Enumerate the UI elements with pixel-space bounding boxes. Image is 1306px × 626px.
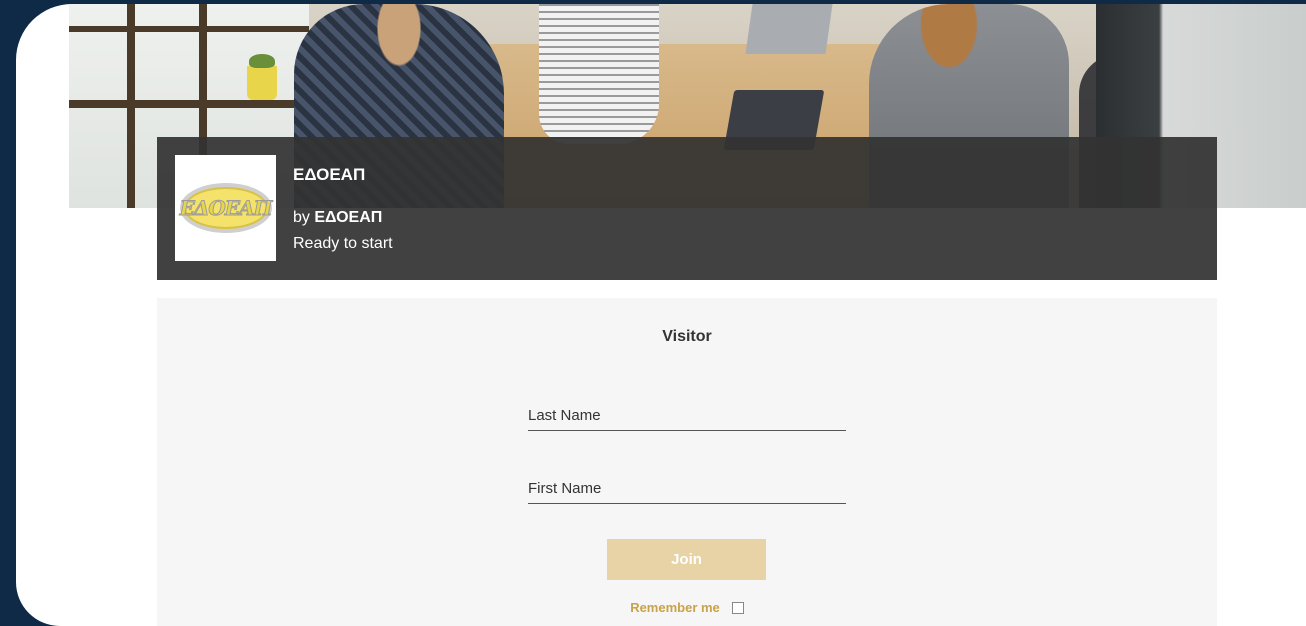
last-name-input[interactable] — [528, 400, 846, 430]
first-name-field-wrapper — [528, 473, 846, 504]
event-title: ΕΔΟΕΑΠ — [293, 165, 366, 184]
remember-me-row: Remember me — [157, 600, 1217, 615]
banner-laptop-back — [745, 4, 833, 54]
organizer-line: by ΕΔΟΕΑΠ — [293, 209, 382, 227]
first-name-input[interactable] — [528, 473, 846, 503]
organizer-prefix: by — [293, 209, 310, 226]
event-status: Ready to start — [293, 235, 393, 252]
logo-oval: ΕΔΟΕΑΠ — [179, 183, 273, 233]
organizer-name: ΕΔΟΕΑΠ — [314, 209, 383, 226]
banner-person-middle — [539, 4, 659, 144]
visitor-form-panel: Visitor Join Remember me — [157, 298, 1217, 626]
app-frame: ΕΔΟΕΑΠ ΕΔΟΕΑΠ by ΕΔΟΕΑΠ Ready to start V… — [16, 4, 1306, 626]
logo-oval-inner: ΕΔΟΕΑΠ — [179, 187, 273, 229]
remember-me-checkbox-icon[interactable] — [731, 601, 744, 614]
form-title: Visitor — [662, 328, 712, 345]
last-name-field-wrapper — [528, 400, 846, 431]
event-title-bar: ΕΔΟΕΑΠ ΕΔΟΕΑΠ by ΕΔΟΕΑΠ Ready to start — [157, 137, 1217, 280]
logo-text: ΕΔΟΕΑΠ — [179, 196, 273, 221]
org-logo: ΕΔΟΕΑΠ — [175, 155, 276, 261]
banner-plant — [247, 54, 277, 100]
join-button[interactable]: Join — [607, 539, 766, 580]
remember-me-label[interactable]: Remember me — [630, 600, 720, 615]
